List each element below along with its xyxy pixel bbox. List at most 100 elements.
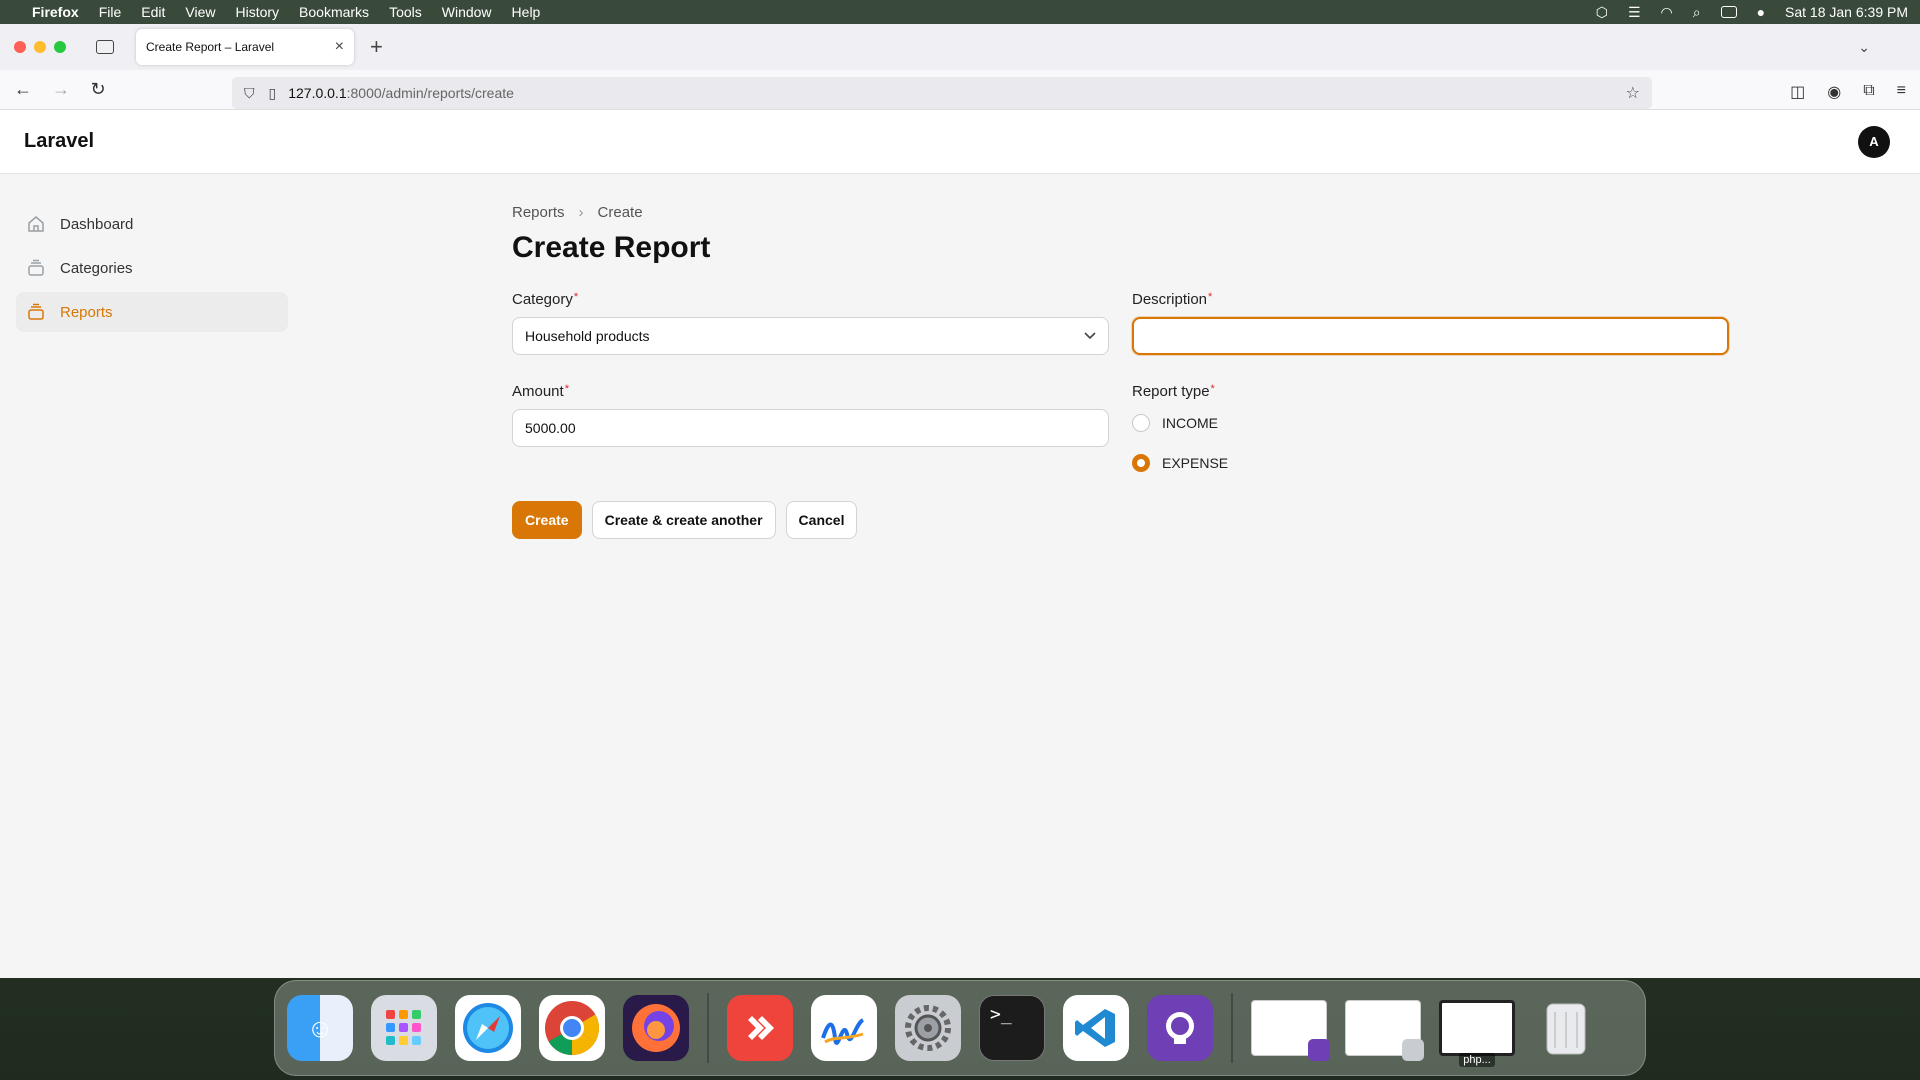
- tab-strip: Create Report – Laravel × + ⌄: [0, 24, 1920, 70]
- app-menu-icon[interactable]: ≡: [1897, 82, 1906, 102]
- menu-window[interactable]: Window: [442, 4, 492, 20]
- create-report-form: Category* Household products Description…: [512, 291, 1729, 551]
- page-title: Create Report: [512, 231, 711, 264]
- minimized-window-thumbnail[interactable]: [1251, 1000, 1330, 1061]
- required-mark: *: [1208, 291, 1213, 303]
- back-icon[interactable]: ←: [14, 79, 32, 100]
- close-window-button[interactable]: [14, 41, 26, 53]
- chevron-right-icon: ›: [578, 204, 584, 221]
- zoom-window-button[interactable]: [54, 41, 66, 53]
- minimized-window-thumbnail[interactable]: [1345, 1000, 1424, 1061]
- sidebar-item-dashboard[interactable]: Dashboard: [16, 204, 288, 244]
- system-settings-icon[interactable]: [895, 995, 961, 1061]
- bookmark-star-icon[interactable]: ☆: [1626, 83, 1640, 103]
- anydesk-icon[interactable]: [727, 995, 793, 1061]
- browser-window: Create Report – Laravel × + ⌄ ← → ↻ ⛉ ▯ …: [0, 24, 1920, 978]
- dock-separator: [1231, 993, 1233, 1063]
- sidebar-item-label: Dashboard: [60, 215, 134, 233]
- menu-file[interactable]: File: [99, 4, 122, 20]
- finder-icon[interactable]: ☺: [287, 995, 353, 1061]
- siri-icon[interactable]: ●: [1757, 4, 1765, 20]
- menu-help[interactable]: Help: [512, 4, 541, 20]
- menu-bookmarks[interactable]: Bookmarks: [299, 4, 369, 20]
- description-label: Description: [1132, 291, 1208, 308]
- category-select[interactable]: Household products: [512, 317, 1109, 355]
- list-all-tabs-icon[interactable]: ⌄: [1858, 39, 1870, 56]
- amount-input[interactable]: 5000.00: [512, 409, 1109, 447]
- stack-icon: [26, 258, 46, 278]
- form-actions: Create Create & create another Cancel: [512, 501, 858, 539]
- terminal-icon[interactable]: >_: [979, 995, 1045, 1061]
- description-field: Description*: [1132, 291, 1729, 355]
- sidebar-item-label: Categories: [60, 259, 133, 277]
- status-storage-icon[interactable]: ☰: [1628, 4, 1641, 21]
- reload-icon[interactable]: ↻: [90, 79, 106, 100]
- expense-radio[interactable]: [1132, 454, 1150, 472]
- brand-logo[interactable]: Laravel: [24, 130, 94, 153]
- required-mark: *: [564, 383, 569, 395]
- firefox-icon[interactable]: [623, 995, 689, 1061]
- extensions-icon[interactable]: ⧉: [1863, 82, 1874, 102]
- radio-option-expense[interactable]: EXPENSE: [1132, 443, 1729, 483]
- gear-icon: [1402, 1039, 1424, 1061]
- trash-icon[interactable]: [1533, 995, 1599, 1061]
- menu-edit[interactable]: Edit: [141, 4, 165, 20]
- macos-dock: ☺ >_ php...: [274, 980, 1646, 1076]
- safari-icon[interactable]: [455, 995, 521, 1061]
- menu-view[interactable]: View: [185, 4, 215, 20]
- chevron-down-icon: [1084, 329, 1096, 343]
- menu-history[interactable]: History: [235, 4, 279, 20]
- forward-icon[interactable]: →: [52, 79, 70, 100]
- account-icon[interactable]: ◉: [1827, 82, 1841, 102]
- income-radio[interactable]: [1132, 414, 1150, 432]
- category-value: Household products: [525, 328, 650, 344]
- sidebar-item-label: Reports: [60, 303, 113, 321]
- control-center-icon[interactable]: [1720, 6, 1737, 18]
- url-host: 127.0.0.1: [288, 85, 347, 101]
- user-avatar[interactable]: A: [1858, 125, 1890, 158]
- required-mark: *: [1210, 383, 1215, 395]
- page-info-icon[interactable]: ▯: [269, 85, 277, 102]
- app-topbar: Laravel A: [0, 110, 1920, 174]
- menu-app-name[interactable]: Firefox: [32, 4, 79, 20]
- browser-tab-active[interactable]: Create Report – Laravel ×: [136, 29, 354, 65]
- status-package-icon[interactable]: ⬡: [1596, 4, 1608, 21]
- amount-label: Amount: [512, 383, 564, 400]
- main-content: Reports › Create Create Report Category*…: [512, 204, 1729, 551]
- new-tab-icon[interactable]: +: [370, 34, 383, 60]
- freeform-icon[interactable]: [811, 995, 877, 1061]
- stack-icon: [26, 302, 46, 322]
- create-another-button[interactable]: Create & create another: [591, 501, 776, 539]
- report-type-label: Report type: [1132, 383, 1210, 400]
- vscode-icon[interactable]: [1063, 995, 1129, 1061]
- web-page: Laravel A Dashboard Categories Reports R…: [0, 110, 1920, 978]
- github-desktop-icon[interactable]: [1147, 995, 1213, 1061]
- breadcrumb-reports[interactable]: Reports: [512, 204, 565, 221]
- minimized-window-thumbnail[interactable]: php...: [1439, 1000, 1515, 1067]
- radio-option-income[interactable]: INCOME: [1132, 403, 1729, 443]
- tab-title: Create Report – Laravel: [146, 40, 275, 54]
- pocket-icon[interactable]: ◫: [1790, 82, 1805, 102]
- menu-clock[interactable]: Sat 18 Jan 6:39 PM: [1785, 4, 1908, 20]
- tab-overview-icon[interactable]: [96, 40, 114, 54]
- description-input[interactable]: [1132, 317, 1729, 355]
- dock-separator: [707, 993, 709, 1063]
- chrome-icon[interactable]: [539, 995, 605, 1061]
- url-path: :8000/admin/reports/create: [346, 85, 514, 101]
- sidebar-item-categories[interactable]: Categories: [16, 248, 288, 288]
- report-type-field: Report type* INCOME EXPENSE: [1132, 383, 1729, 483]
- sidebar-item-reports[interactable]: Reports: [16, 292, 288, 332]
- cancel-button[interactable]: Cancel: [785, 501, 858, 539]
- expense-radio-label: EXPENSE: [1162, 455, 1229, 471]
- window-controls: [14, 41, 66, 53]
- minimize-window-button[interactable]: [34, 41, 46, 53]
- address-bar[interactable]: ⛉ ▯ 127.0.0.1 :8000/admin/reports/create…: [232, 77, 1652, 109]
- spotlight-search-icon[interactable]: ⌕: [1693, 4, 1701, 21]
- tracking-protection-icon[interactable]: ⛉: [244, 85, 255, 102]
- menu-tools[interactable]: Tools: [389, 4, 422, 20]
- launchpad-icon[interactable]: [371, 995, 437, 1061]
- close-tab-icon[interactable]: ×: [335, 38, 344, 56]
- create-button[interactable]: Create: [512, 501, 582, 539]
- wifi-icon[interactable]: ◠: [1661, 4, 1673, 21]
- home-icon: [26, 214, 46, 234]
